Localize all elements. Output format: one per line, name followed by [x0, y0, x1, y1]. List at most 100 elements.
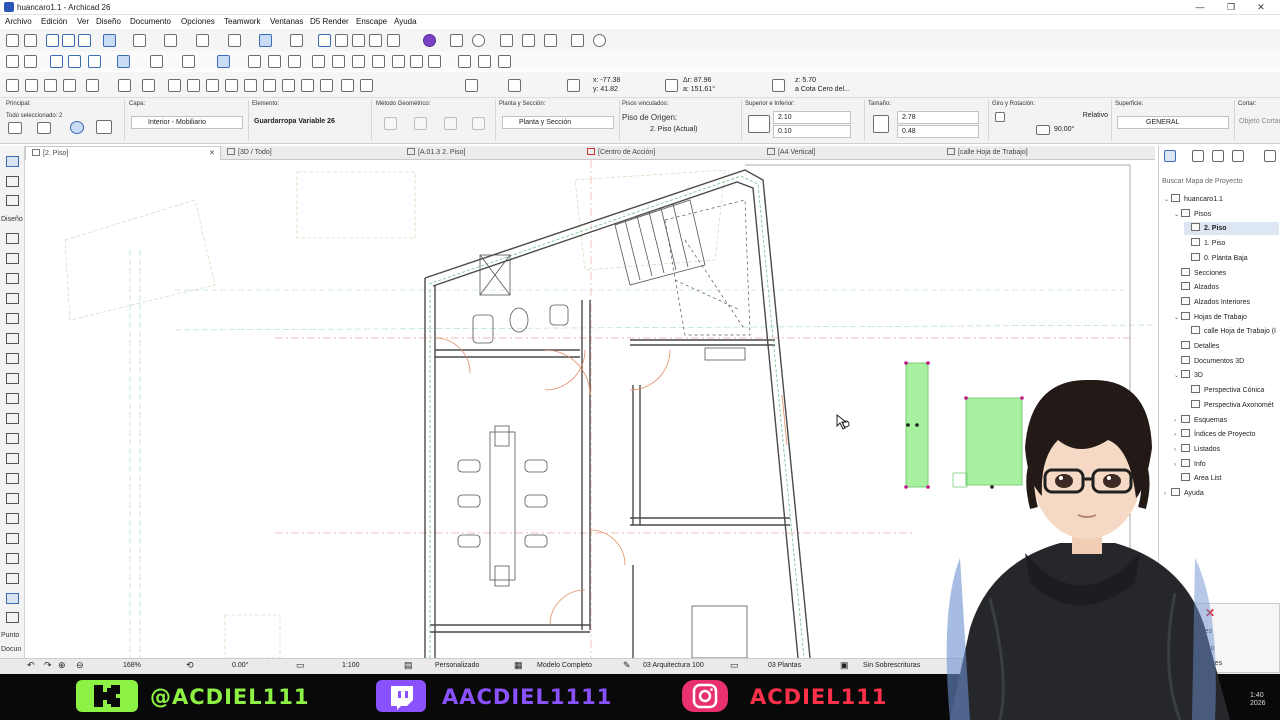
- box-icon[interactable]: [571, 34, 584, 47]
- menu-documento[interactable]: Documento: [130, 17, 171, 26]
- menu-enscape[interactable]: Enscape: [356, 17, 387, 26]
- polar-icon[interactable]: [665, 79, 678, 92]
- mesh-tool-icon[interactable]: [6, 353, 19, 364]
- top-height-field[interactable]: 2.10: [773, 111, 851, 124]
- tab-a013-2-piso[interactable]: [A.01.3 2. Piso]: [407, 146, 465, 160]
- gravity-icon[interactable]: [164, 34, 177, 47]
- floor-plan-section-selector[interactable]: Planta y Sección: [502, 116, 614, 129]
- tree-node[interactable]: Alzados Interiores: [1174, 296, 1279, 309]
- rotation-angle[interactable]: 90.00°: [1050, 124, 1104, 137]
- door-tool-icon[interactable]: [6, 433, 19, 444]
- level-icon[interactable]: [341, 79, 354, 92]
- roof-tool-icon[interactable]: [6, 313, 19, 324]
- asset-icon[interactable]: [544, 34, 557, 47]
- graphic-overrides[interactable]: Sin Sobrescrituras: [863, 662, 920, 669]
- layer-combination[interactable]: Personalizado: [435, 662, 479, 669]
- enscape-sync-icon[interactable]: [500, 34, 513, 47]
- grid-tool-icon[interactable]: [6, 612, 19, 623]
- railing-tool-icon[interactable]: [6, 393, 19, 404]
- project-map-search[interactable]: Buscar Mapa de Proyecto: [1162, 178, 1243, 185]
- expand-toggle-icon[interactable]: ⌄: [1174, 312, 1181, 325]
- tree-node[interactable]: Secciones: [1174, 267, 1279, 280]
- tab-close-icon[interactable]: ✕: [209, 147, 215, 161]
- reference-icon[interactable]: [142, 79, 155, 92]
- geometry-method-1-icon[interactable]: [384, 117, 397, 130]
- slab-tool-icon[interactable]: [6, 293, 19, 304]
- tab-2-piso[interactable]: [2. Piso] ✕: [25, 146, 221, 160]
- tree-node[interactable]: Alzados: [1174, 281, 1279, 294]
- pen-set[interactable]: 03 Arquitectura 100: [643, 662, 704, 669]
- rotate-view-icon[interactable]: ⟲: [186, 660, 194, 671]
- stretch-icon[interactable]: [248, 55, 261, 68]
- redo-icon[interactable]: [24, 34, 37, 47]
- redo-view-icon[interactable]: [24, 55, 37, 68]
- 3d-box-icon[interactable]: [6, 79, 19, 92]
- redo-zoom-icon[interactable]: ↷: [44, 660, 52, 671]
- anchor-icon[interactable]: [37, 122, 51, 134]
- expand-toggle-icon[interactable]: ⌄: [1164, 194, 1171, 207]
- undo-view-icon[interactable]: [6, 55, 19, 68]
- teamwork-icon[interactable]: [369, 34, 382, 47]
- menu-archivo[interactable]: Archivo: [5, 17, 32, 26]
- bottom-height-field[interactable]: 0.10: [773, 125, 851, 138]
- snap-guide-icon[interactable]: [133, 34, 146, 47]
- selection-marquee-icon[interactable]: [259, 34, 272, 47]
- menu-opciones[interactable]: Opciones: [181, 17, 215, 26]
- view-angle[interactable]: 0.00°: [232, 662, 248, 669]
- shell-tool-icon[interactable]: [6, 333, 19, 344]
- close-button[interactable]: ✕: [1250, 1, 1272, 13]
- orbit-icon[interactable]: [472, 34, 485, 47]
- menu-diseno[interactable]: Diseño: [96, 17, 121, 26]
- geometry-method-3-icon[interactable]: [444, 117, 457, 130]
- intersect-icon[interactable]: [428, 55, 441, 68]
- suspend-groups-icon[interactable]: [228, 34, 241, 47]
- flag-icon[interactable]: [458, 55, 471, 68]
- syringe-icon[interactable]: [78, 34, 91, 47]
- surface-selector[interactable]: GENERAL: [1117, 116, 1229, 129]
- elevate-icon[interactable]: [332, 55, 345, 68]
- slope-icon[interactable]: [772, 79, 785, 92]
- tab-calle-hoja[interactable]: [calle Hoja de Trabajo]: [947, 146, 1028, 160]
- cut-object-selector[interactable]: Objeto Cortado: [1235, 116, 1280, 129]
- tree-node[interactable]: 1. Piso: [1184, 237, 1279, 250]
- rotate-icon[interactable]: [288, 55, 301, 68]
- adjust-icon[interactable]: [410, 55, 423, 68]
- geometry-method-4-icon[interactable]: [472, 117, 485, 130]
- distribute-icon[interactable]: [225, 79, 238, 92]
- relative-coord-icon[interactable]: [508, 79, 521, 92]
- solid-ops-icon[interactable]: [63, 79, 76, 92]
- grid-icon[interactable]: [182, 55, 195, 68]
- align-left-icon[interactable]: [168, 79, 181, 92]
- favorites-icon[interactable]: [70, 121, 84, 134]
- guide-snap-icon[interactable]: [117, 55, 130, 68]
- home-story-selector[interactable]: 2. Piso (Actual): [630, 124, 738, 137]
- menu-edicion[interactable]: Edición: [41, 17, 67, 26]
- 3d-object-tool-icon[interactable]: [6, 195, 19, 206]
- model-view-options[interactable]: Modelo Completo: [537, 662, 592, 669]
- navigator-menu-icon[interactable]: [1264, 150, 1276, 162]
- skylight-tool-icon[interactable]: [6, 473, 19, 484]
- scale-value[interactable]: 1:100: [342, 662, 360, 669]
- d5-render-icon[interactable]: [423, 34, 436, 47]
- delta-icon[interactable]: [465, 79, 478, 92]
- group-icon[interactable]: [86, 79, 99, 92]
- marquee-icon[interactable]: [217, 55, 230, 68]
- camera-icon[interactable]: [522, 34, 535, 47]
- guide-lines-icon[interactable]: [103, 34, 116, 47]
- zoom-in-icon[interactable]: ⊕: [58, 660, 66, 671]
- object-tool-icon[interactable]: [8, 122, 22, 134]
- layer-selector[interactable]: Interior - Mobiliario: [131, 116, 243, 129]
- array-icon[interactable]: [244, 79, 257, 92]
- window-tool-icon[interactable]: [6, 453, 19, 464]
- triangle-icon[interactable]: [567, 79, 580, 92]
- menu-ventanas[interactable]: Ventanas: [270, 17, 303, 26]
- dimension-icon[interactable]: [320, 79, 333, 92]
- lamp-tool-icon[interactable]: [6, 553, 19, 564]
- element-name[interactable]: Guardarropa Variable 26: [250, 116, 362, 129]
- fillet-icon[interactable]: [392, 55, 405, 68]
- 3d-cube-icon[interactable]: [450, 34, 463, 47]
- rotation-mirror-icon[interactable]: [995, 112, 1005, 122]
- trim-icon[interactable]: [352, 55, 365, 68]
- arrow-tool-icon[interactable]: [6, 156, 19, 167]
- cylinder-icon[interactable]: [25, 79, 38, 92]
